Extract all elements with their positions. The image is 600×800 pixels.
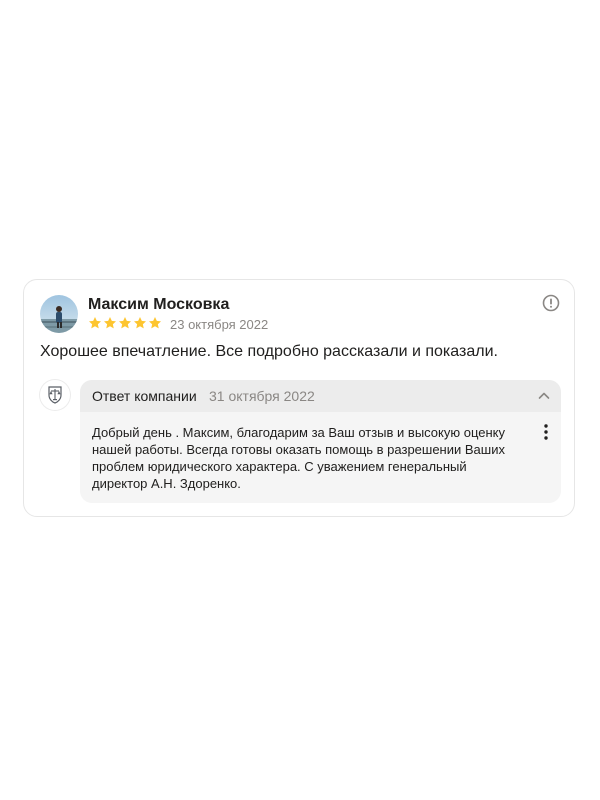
chevron-up-icon[interactable] xyxy=(537,389,551,403)
star-icon xyxy=(118,317,132,329)
company-reply: Ответ компании 31 октября 2022 Добрый де… xyxy=(80,380,561,503)
author-name[interactable]: Максим Московка xyxy=(88,296,229,314)
rating-stars xyxy=(88,316,162,330)
star-icon xyxy=(88,317,102,329)
star-icon xyxy=(148,317,162,329)
reply-title: Ответ компании xyxy=(92,388,197,404)
review-card: Максим Московка 23 октября 2022 Хорошее … xyxy=(23,279,575,517)
reply-header[interactable]: Ответ компании 31 октября 2022 xyxy=(80,380,561,412)
reply-date: 31 октября 2022 xyxy=(209,388,315,404)
company-logo xyxy=(40,380,70,410)
reply-text: Добрый день . Максим, благодарим за Ваш … xyxy=(92,425,506,491)
review-text: Хорошее впечатление. Все подробно расска… xyxy=(40,343,498,360)
review-date: 23 октября 2022 xyxy=(170,317,269,332)
scales-logo-icon xyxy=(48,386,62,404)
star-icon xyxy=(133,317,147,329)
exclamation-circle-icon[interactable] xyxy=(542,294,560,312)
avatar[interactable] xyxy=(40,295,78,333)
vertical-dots-icon[interactable] xyxy=(543,423,549,441)
star-icon xyxy=(103,317,117,329)
